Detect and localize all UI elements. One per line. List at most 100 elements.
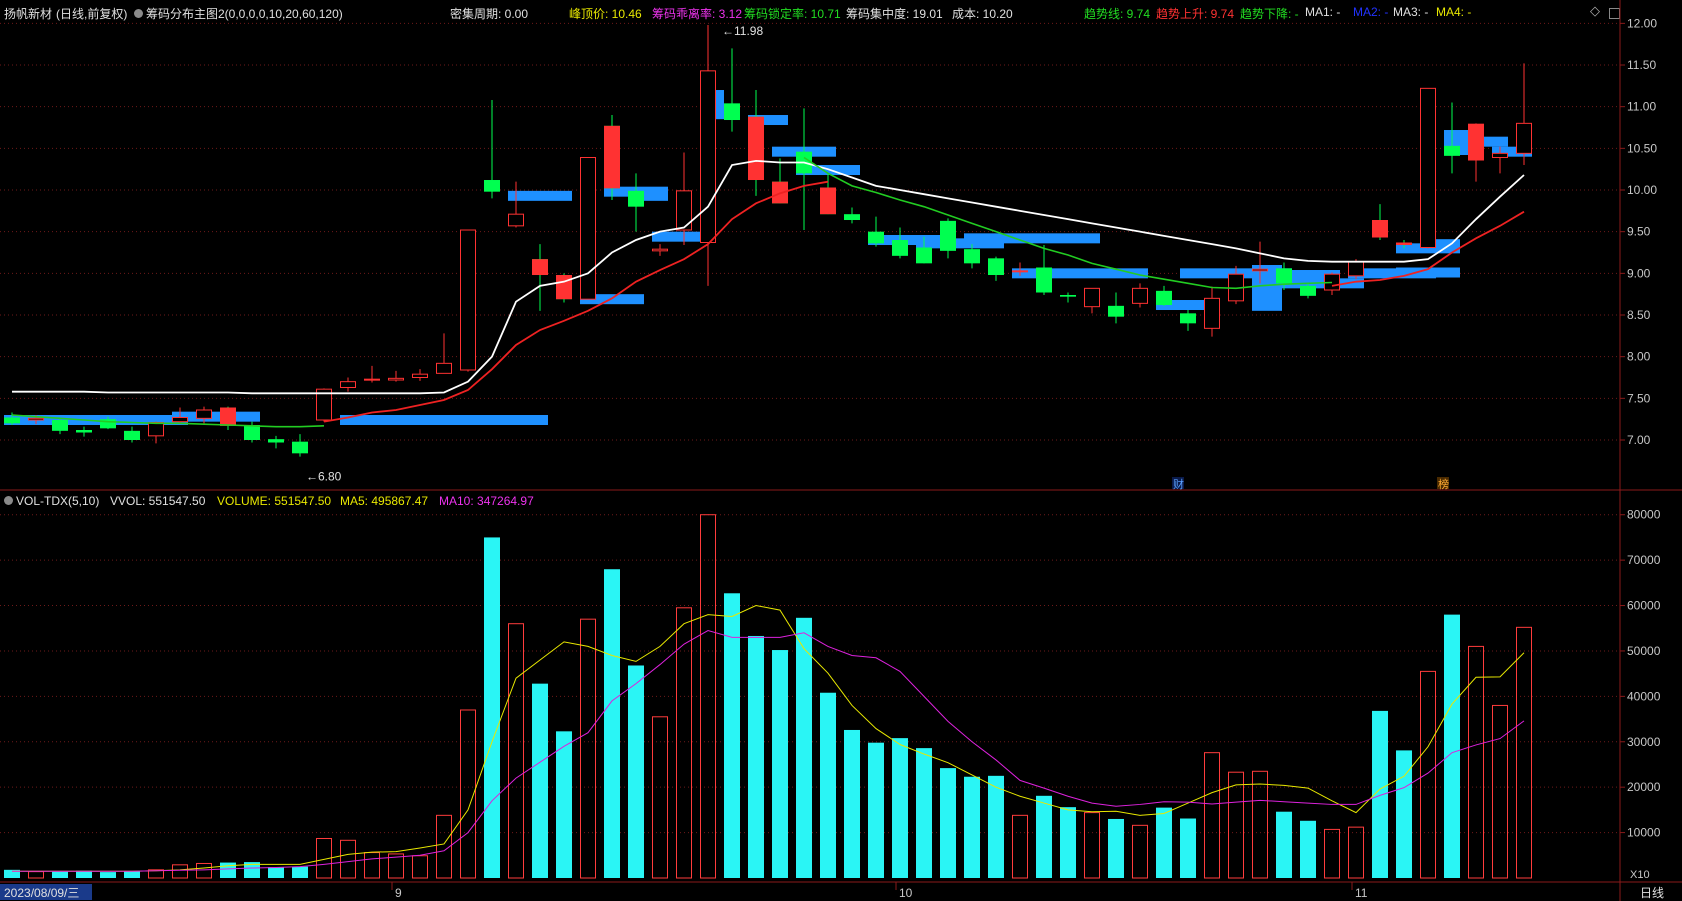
volume-bar	[340, 839, 356, 879]
candle-body	[340, 381, 356, 389]
candle-body	[1276, 268, 1292, 284]
volume-bar	[1180, 818, 1196, 878]
volume-bar	[652, 716, 668, 879]
candle-body	[580, 157, 596, 300]
candle-body	[412, 373, 428, 379]
ma-line-red	[323, 180, 829, 423]
volume-bar	[916, 748, 932, 878]
volume-tick-label: 60000	[1627, 599, 1661, 613]
volume-bar	[268, 867, 284, 878]
candle-body	[652, 248, 668, 252]
candle-body-solid	[220, 407, 236, 426]
volume-bar	[940, 768, 956, 878]
candle-body	[1252, 268, 1268, 272]
period-button: 日线	[1640, 886, 1664, 900]
volume-bar	[196, 862, 212, 879]
candle-body	[28, 417, 44, 421]
candle-body	[1516, 122, 1532, 154]
start-date-label: 2023/08/09/三	[4, 886, 79, 900]
candle-body	[1204, 297, 1220, 329]
volume-bar	[172, 864, 188, 879]
price-tick-label: 11.00	[1627, 100, 1656, 114]
candle-body-solid	[604, 125, 620, 189]
candle-body	[268, 439, 284, 443]
candle-body	[4, 417, 20, 424]
volume-bar	[1492, 704, 1508, 879]
candle-body	[1156, 290, 1172, 306]
volume-bar	[772, 650, 788, 878]
price-tick-label: 8.50	[1627, 308, 1651, 322]
candle-body	[916, 247, 932, 264]
candle-body	[1180, 313, 1196, 324]
candle-body	[940, 220, 956, 251]
candle-body	[1420, 87, 1436, 249]
candle-body	[1444, 145, 1460, 156]
price-tick-label: 7.50	[1627, 391, 1651, 405]
volume-bar	[820, 692, 836, 878]
candle-body	[868, 231, 884, 244]
price-tick-label: 8.00	[1627, 350, 1651, 364]
volume-bar	[28, 871, 44, 879]
candle-body-solid	[820, 187, 836, 215]
volume-bar	[1324, 828, 1340, 879]
volume-bar	[292, 866, 308, 878]
candle-body	[364, 378, 380, 381]
volume-bar	[1204, 752, 1220, 879]
candle-body	[148, 422, 164, 437]
candle-body	[1084, 287, 1100, 308]
price-tick-label: 9.00	[1627, 266, 1651, 280]
candle-body	[892, 240, 908, 256]
chip-distribution-bar	[964, 233, 1100, 244]
candle-body-solid	[1468, 124, 1484, 161]
volume-bar	[1036, 795, 1052, 878]
candle-body	[52, 420, 68, 431]
candle-body-solid	[1372, 220, 1388, 238]
candle-body	[1132, 287, 1148, 304]
volume-bar	[556, 731, 572, 878]
chip-distribution-bar	[508, 190, 572, 201]
volume-bar	[124, 871, 140, 878]
candle-body	[1348, 261, 1364, 277]
volume-ma10-line	[12, 629, 1525, 872]
candle-body	[460, 229, 476, 371]
price-tick-label: 10.50	[1627, 141, 1657, 155]
volume-bar	[628, 665, 644, 878]
volume-bar	[844, 729, 860, 878]
volume-bar	[1468, 645, 1484, 879]
price-tick-label: 12.00	[1627, 16, 1657, 30]
volume-bar	[220, 862, 236, 878]
volume-bar	[580, 618, 596, 879]
candle-body	[724, 103, 740, 121]
candle-body	[988, 258, 1004, 276]
candle-body	[844, 214, 860, 221]
volume-bar	[988, 775, 1004, 878]
candle-body	[244, 425, 260, 440]
volume-tick-label: 10000	[1627, 826, 1661, 840]
candle-body	[292, 441, 308, 454]
price-tick-label: 7.00	[1627, 433, 1651, 447]
volume-bar	[76, 870, 92, 878]
volume-ma5-line	[12, 605, 1525, 872]
candle-body	[700, 70, 716, 244]
volume-tick-label: 70000	[1627, 553, 1661, 567]
candle-body-solid	[748, 116, 764, 181]
volume-tick-label: 20000	[1627, 780, 1661, 794]
volume-bar	[1084, 812, 1100, 879]
stock-chart[interactable]: 12.00 11.50 11.00 10.50 10.00 9.50 9.00 8.50 8.0…	[0, 0, 1682, 901]
candle-body	[1060, 295, 1076, 297]
volume-unit-label: X10	[1630, 869, 1650, 881]
volume-bar	[1012, 814, 1028, 879]
price-tick-label: 10.00	[1627, 183, 1657, 197]
chip-distribution-bar	[460, 415, 548, 426]
candle-body	[76, 430, 92, 433]
event-marker-bang: 榜	[1438, 477, 1449, 491]
candle-body	[1300, 285, 1316, 296]
month-label: 11	[1355, 886, 1368, 900]
volume-tick-label: 40000	[1627, 689, 1661, 703]
volume-bar	[412, 855, 428, 879]
price-tick-label: 9.50	[1627, 225, 1651, 239]
candle-body	[508, 213, 524, 227]
volume-bar	[364, 852, 380, 879]
volume-bar	[892, 738, 908, 878]
volume-tick-label: 80000	[1627, 508, 1661, 522]
